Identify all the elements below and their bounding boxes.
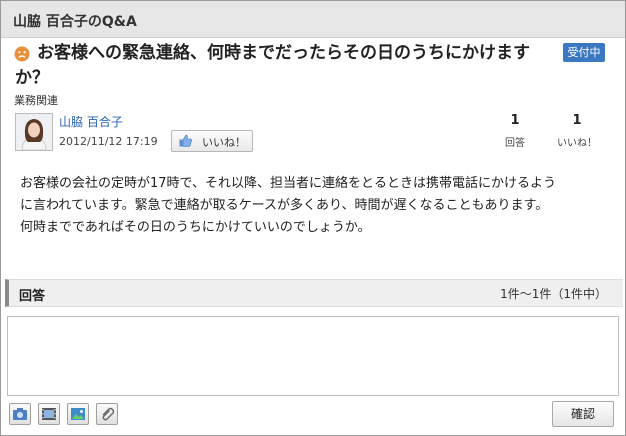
status-badge: 受付中 xyxy=(563,43,605,62)
like-count-label: いいね！ xyxy=(557,138,597,149)
image-button[interactable] xyxy=(67,403,89,425)
question-title-line1: お客様への緊急連絡、何時までだったらその日のうちにかけます xyxy=(37,43,530,63)
frown-face-icon xyxy=(14,46,30,62)
film-icon xyxy=(42,408,56,420)
video-button[interactable] xyxy=(38,403,60,425)
question-title: お客様への緊急連絡、何時までだったらその日のうちにかけます か？ xyxy=(15,41,537,88)
paperclip-icon xyxy=(102,407,115,421)
image-icon xyxy=(71,408,85,420)
post-date: 2012/11/12 17:19 xyxy=(59,135,158,148)
qa-panel: 山脇 百合子のQ&A お客様への緊急連絡、何時までだったらその日のうちにかけます… xyxy=(0,0,626,436)
user-photo xyxy=(16,114,52,150)
question-body-line: に言われています。緊急で連絡が取るケースが多くあり、時間が遅くなることもあります… xyxy=(20,198,549,213)
answers-count-text: 1件～1件（1件中） xyxy=(500,287,607,301)
confirm-button[interactable]: 確認 xyxy=(552,401,614,427)
panel-title: 山脇 百合子のQ&A xyxy=(13,14,137,30)
question-body-line: 何時までであればその日のうちにかけていいのでしょうか。 xyxy=(20,220,371,235)
attach-button[interactable] xyxy=(96,403,118,425)
avatar[interactable] xyxy=(15,113,53,151)
question-body: お客様の会社の定時が17時で、それ以降、担当者に連絡をとるときは携帯電話にかける… xyxy=(20,173,615,239)
reply-textarea[interactable] xyxy=(7,316,619,396)
answer-count: 1 回答 xyxy=(495,113,535,149)
like-button-label: いいね！ xyxy=(202,136,246,149)
panel-header: 山脇 百合子のQ&A xyxy=(1,1,625,38)
answers-title: 回答 xyxy=(19,289,46,304)
answer-count-label: 回答 xyxy=(505,138,525,149)
like-button[interactable]: いいね！ xyxy=(171,130,253,152)
like-count-value: 1 xyxy=(572,113,582,128)
camera-icon xyxy=(13,408,27,420)
answer-count-value: 1 xyxy=(510,113,520,128)
question-body-line: お客様の会社の定時が17時で、それ以降、担当者に連絡をとるときは携帯電話にかける… xyxy=(20,176,557,191)
question-title-line2: か？ xyxy=(15,68,49,88)
answers-header: 回答 1件～1件（1件中） xyxy=(5,279,623,307)
author-name[interactable]: 山脇 百合子 xyxy=(59,113,123,130)
camera-button[interactable] xyxy=(9,403,31,425)
like-count: 1 いいね！ xyxy=(557,113,597,149)
thumbs-up-icon xyxy=(179,134,192,147)
question-category: 業務関連 xyxy=(14,94,58,107)
